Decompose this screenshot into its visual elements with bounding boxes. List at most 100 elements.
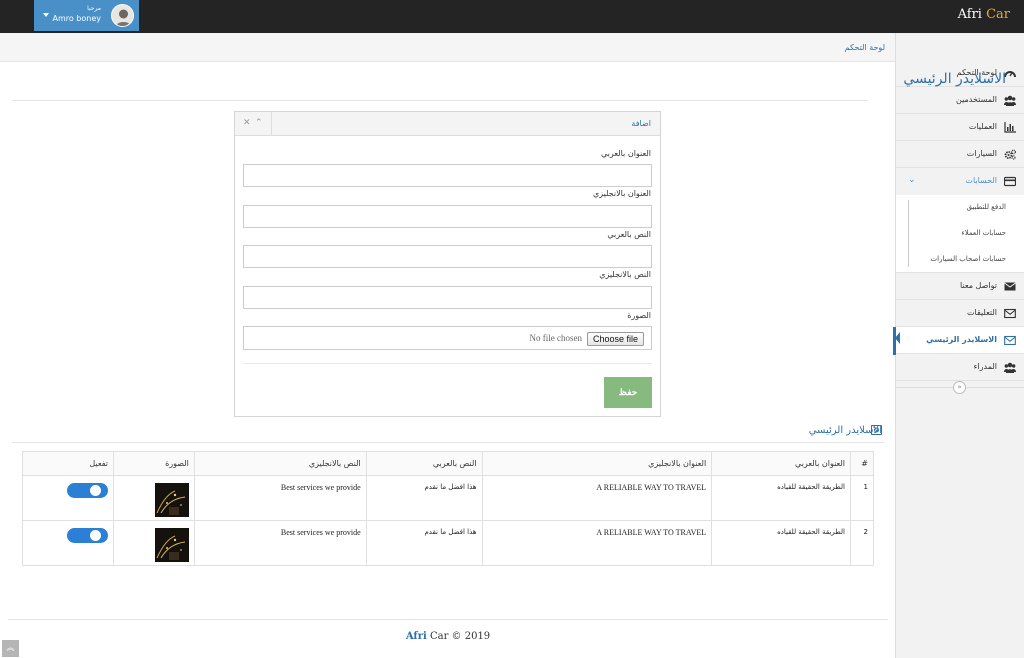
avatar[interactable] [111,4,134,27]
footer-brand: Afri [405,631,427,642]
user-menu[interactable]: مرحبا Amro boney [34,0,139,31]
col-header-title-ar: العنوان بالعربي [711,451,852,476]
sidebar-subitem-customer-accounts[interactable]: حسابات العملاء [896,221,1024,247]
top-navbar: مرحبا Amro boney Afri Car [0,0,1024,33]
brand-car: Car [986,7,1010,22]
sidebar-subitem-label: حسابات العملاء [961,229,1006,237]
image-label: الصورة [627,311,651,320]
file-status: No file chosen [529,333,582,343]
activate-toggle[interactable] [66,483,108,498]
col-header-number: # [850,451,874,476]
cell-text-ar: هذا افضل ما نقدم [365,520,483,566]
col-header-text-ar: النص بالعربي [365,451,483,476]
slider-table: # العنوان بالعربي العنوان بالانجليزي الن… [22,451,874,566]
gears-icon [1004,149,1016,160]
envelope-icon [1004,282,1016,291]
sidebar-subitem-label: الدفع للتطبيق [966,203,1006,211]
footer: Afri Car © 2019 [0,631,896,642]
title-ar-label: العنوان بالعربي [601,149,651,158]
cell-text-ar: هذا افضل ما نقدم [365,475,483,521]
footer-copyright: Car © 2019 [429,631,491,642]
sidebar-item-comments[interactable]: التعليقات [896,300,1024,327]
breadcrumb-bar: لوحة التحكم [0,33,895,62]
toggle-knob [89,485,101,496]
chevron-down-icon[interactable]: ⌄ [908,175,916,185]
users-icon [1004,95,1016,106]
image-file-input[interactable]: Choose file No file chosen [243,326,652,350]
sidebar-subitem-app-payment[interactable]: الدفع للتطبيق [896,195,1024,221]
panel-divider [243,363,652,364]
cell-activate [22,520,114,566]
sidebar-item-label: العمليات [968,122,997,131]
submenu-guide-line [908,200,909,267]
text-en-input[interactable] [243,286,652,309]
title-en-label: العنوان بالانجليزي [592,189,651,198]
breadcrumb[interactable]: لوحة التحكم [845,43,885,52]
cell-title-ar: الطريقة الحقيقة للقياده [711,520,852,566]
col-header-activate: تفعيل [22,451,114,476]
title-en-input[interactable] [243,205,652,228]
sidebar-collapse-button[interactable]: « [953,381,966,394]
text-ar-input[interactable] [243,245,652,268]
image-icon [871,425,882,435]
add-slider-panel: اضافة ✕ ⌃ العنوان بالعربي العنوان بالانج… [234,111,661,417]
sidebar-item-label: الحسابات [965,176,997,185]
user-greeting: مرحبا [87,5,101,12]
slider-thumbnail [154,483,189,517]
sidebar-item-cars[interactable]: السيارات [896,141,1024,168]
brand-logo[interactable]: Afri Car [958,7,1010,22]
page-title: الاسلايدر الرئيسي [903,71,1006,87]
sidebar: لوحة التحكم المستخدمين العمليات السيارات… [895,33,1024,658]
sidebar-item-operations[interactable]: العمليات [896,114,1024,141]
slider-thumbnail [154,528,189,562]
sidebar-item-label: التعليقات [966,308,997,317]
cell-number: 1 [850,475,874,521]
toggle-knob [89,530,101,541]
sidebar-item-label: المدراء [973,362,997,371]
cell-image [112,475,195,521]
panel-title: اضافة [631,119,651,128]
sidebar-item-users[interactable]: المستخدمين [896,87,1024,114]
bar-chart-icon [1004,122,1016,133]
sidebar-item-contact-us[interactable]: تواصل معنا [896,273,1024,300]
title-divider [12,100,868,101]
scroll-to-top-button[interactable]: ︽ [2,640,19,657]
sidebar-item-label: المستخدمين [956,95,997,104]
envelope-outline-icon [1004,335,1016,346]
caret-down-icon[interactable] [43,13,49,17]
col-header-title-en: العنوان بالانجليزي [481,451,713,476]
activate-toggle[interactable] [66,528,108,543]
credit-card-icon [1004,176,1016,187]
sidebar-item-label: السيارات [966,149,997,158]
cell-title-en: A RELIABLE WAY TO TRAVEL [481,475,713,521]
double-chevron-up-icon: ︽ [6,643,15,652]
sidebar-item-managers[interactable]: المدراء [896,354,1024,381]
save-button[interactable]: حفظ [604,377,652,408]
sidebar-item-accounts[interactable]: الحسابات ⌄ [896,168,1024,195]
cell-title-en: A RELIABLE WAY TO TRAVEL [481,520,713,566]
sidebar-item-label: تواصل معنا [960,281,997,290]
cell-image [112,520,195,566]
panel-header: اضافة ✕ ⌃ [235,112,660,136]
table-row: 2 الطريقة الحقيقة للقياده A RELIABLE WAY… [22,520,874,566]
text-en-label: النص بالانجليزي [599,270,651,279]
title-ar-input[interactable] [243,164,652,187]
cell-title-ar: الطريقة الحقيقة للقياده [711,475,852,521]
sidebar-item-label: الاسلايدر الرئيسي [926,335,997,344]
brand-afri: Afri [957,7,982,22]
cell-text-en: Best services we provide [193,475,367,521]
sidebar-subitem-car-owner-accounts[interactable]: حسابات اصحاب السيارات [896,247,1024,273]
col-header-image: الصورة [112,451,195,476]
close-icon[interactable]: ✕ [243,118,251,128]
col-header-text-en: النص بالانجليزي [193,451,367,476]
sidebar-subitem-label: حسابات اصحاب السيارات [930,255,1006,263]
sidebar-item-main-slider[interactable]: الاسلايدر الرئيسي [896,327,1024,354]
table-header-row: # العنوان بالعربي العنوان بالانجليزي الن… [22,451,874,476]
active-item-arrow [895,332,900,344]
chevron-up-icon[interactable]: ⌃ [255,118,263,128]
panel-tools: ✕ ⌃ [235,112,272,135]
envelope-outline-icon [1004,308,1016,319]
text-ar-label: النص بالعربي [607,230,651,239]
choose-file-button[interactable]: Choose file [586,332,644,346]
cell-activate [22,475,114,521]
